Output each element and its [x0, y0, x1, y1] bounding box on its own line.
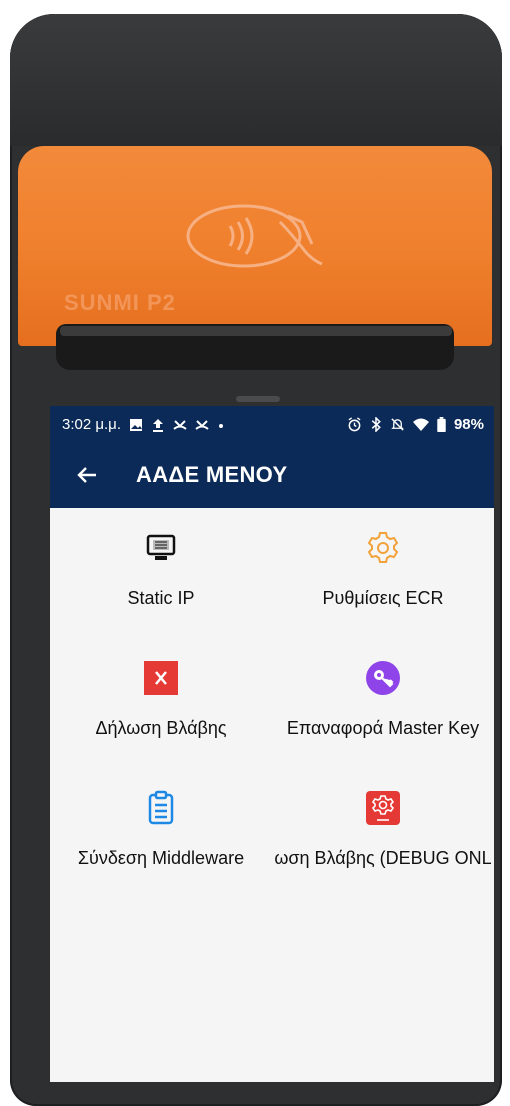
paper-slot: [60, 326, 452, 336]
menu-item-ecr-settings[interactable]: Ρυθμίσεις ECR: [272, 508, 494, 608]
key-icon: [366, 661, 400, 695]
menu-label: Static IP: [127, 588, 195, 608]
upload-icon: [152, 418, 163, 432]
menu-item-middleware-connection[interactable]: Σύνδεση Middleware: [50, 768, 272, 868]
page-title: ΑΑΔΕ ΜΕΝΟΥ: [136, 462, 288, 487]
status-left: 3:02 μ.μ.: [62, 416, 225, 433]
settings-gear-icon: [367, 532, 399, 563]
clipboard-icon: [148, 790, 174, 825]
nfc-contactless-icon: [186, 204, 323, 268]
alarm-icon: [348, 417, 361, 432]
status-time: 3:02 μ.μ.: [62, 416, 121, 433]
image-icon: [129, 418, 142, 431]
red-gear-icon: [366, 791, 400, 825]
missed-call-icon: [173, 419, 187, 430]
mute-icon: [391, 418, 404, 431]
device-brand-label: SUNMI P2: [64, 290, 176, 315]
red-x-icon: [144, 661, 178, 695]
back-button[interactable]: [70, 458, 104, 492]
menu-item-fault-report[interactable]: Δήλωση Βλάβης: [50, 638, 272, 738]
battery-percentage: 98%: [453, 416, 484, 433]
status-right: 98%: [347, 416, 484, 433]
menu-label: Σύνδεση Middleware: [77, 848, 245, 868]
missed-call-icon: [195, 419, 209, 430]
app-toolbar: ΑΑΔΕ ΜΕΝΟΥ: [50, 442, 494, 508]
device-top-band: [10, 14, 502, 146]
menu-item-fault-debug[interactable]: ωση Βλάβης (DEBUG ONL: [272, 768, 494, 868]
monitor-icon: [146, 534, 176, 560]
bluetooth-icon: [371, 417, 381, 432]
menu-item-static-ip[interactable]: Static IP: [50, 508, 272, 608]
menu-label: ωση Βλάβης (DEBUG ONL: [274, 848, 492, 868]
menu-label: Ρυθμίσεις ECR: [322, 588, 444, 608]
menu-label: Δήλωση Βλάβης: [95, 718, 227, 738]
battery-icon: [437, 417, 446, 432]
back-arrow-icon: [77, 467, 96, 483]
device-screen: 3:02 μ.μ. 98% ΑΑΔΕ ΜΕΝΟΥ Static IP Ρυθμί…: [50, 406, 494, 1082]
wifi-icon: [412, 418, 429, 431]
device-notch: [236, 396, 280, 402]
menu-label: Επαναφορά Master Key: [286, 718, 480, 738]
dot-icon: [218, 423, 223, 428]
menu-item-master-key-reset[interactable]: Επαναφορά Master Key: [272, 638, 494, 738]
status-bar: 3:02 μ.μ. 98%: [50, 406, 494, 442]
